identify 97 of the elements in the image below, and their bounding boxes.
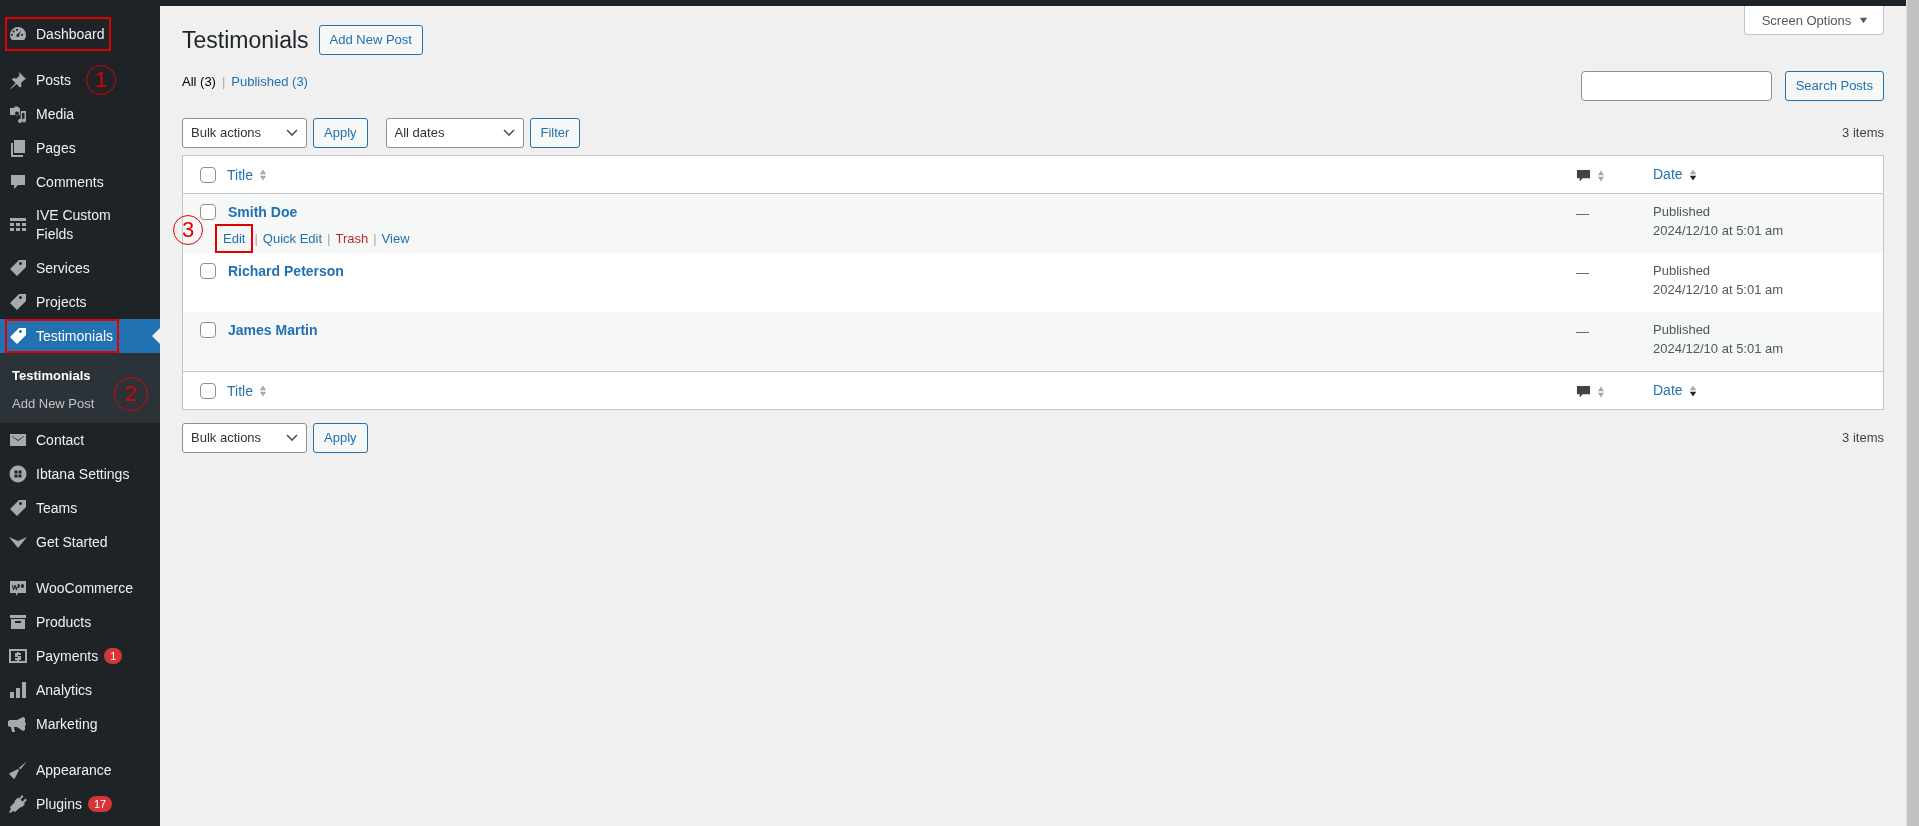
sidebar-item[interactable]: Posts 1 [0, 63, 160, 97]
checkbox[interactable] [200, 322, 216, 338]
caret-icon [1859, 15, 1869, 25]
plug-icon [8, 794, 28, 814]
separator: | [221, 74, 226, 89]
megaphone-icon [8, 714, 28, 734]
speech-bubble-icon [1576, 384, 1591, 399]
post-title-link[interactable]: James Martin [227, 320, 318, 340]
edit-link[interactable]: Edit [215, 224, 254, 253]
column-header[interactable]: Date [1653, 165, 1697, 184]
sidebar-item[interactable]: Analytics [0, 673, 160, 707]
date-filter-dropdown[interactable]: All dates [385, 117, 524, 148]
trash-link[interactable]: Trash [331, 224, 373, 253]
sort-icon [258, 167, 267, 182]
bulk-actions-dropdown[interactable]: Bulk actions [182, 117, 307, 148]
filter-button[interactable]: Filter [529, 117, 581, 148]
post-title-link[interactable]: Richard Peterson [227, 261, 344, 281]
sidebar-item[interactable]: Contact [0, 423, 160, 457]
sidebar-item[interactable]: Ibtana Settings [0, 457, 160, 491]
sidebar-item[interactable]: Services [0, 251, 160, 285]
sort-icon [1597, 168, 1605, 183]
camera-music-icon [8, 104, 28, 124]
sidebar-item[interactable]: Marketing [0, 707, 160, 741]
search-posts-button[interactable]: Search Posts [1784, 71, 1884, 101]
bulk-actions-dropdown[interactable]: Bulk actions [182, 422, 307, 453]
checkbox[interactable] [200, 166, 216, 183]
tag-icon [8, 258, 28, 278]
add-new-post-button[interactable]: Add New Post [318, 25, 423, 55]
submenu-item[interactable]: Add New Post [0, 389, 101, 417]
count-badge: 17 [87, 796, 113, 812]
pages-icon [8, 138, 28, 158]
submenu-item[interactable]: Testimonials [0, 361, 97, 389]
apply-button[interactable]: Apply [313, 117, 368, 148]
view-filter-link[interactable]: Published (3) [231, 74, 308, 89]
column-header[interactable]: Date [1653, 381, 1697, 400]
separator: | [327, 231, 331, 246]
sidebar-item[interactable]: IVE Custom Fields [0, 199, 160, 251]
sort-icon [258, 383, 267, 398]
action-link[interactable]: Quick Edit [258, 224, 327, 253]
sidebar-item[interactable]: Payments 1 [0, 639, 160, 673]
sort-icon [1688, 383, 1697, 398]
sidebar-item[interactable]: Get Started [0, 525, 160, 559]
sidebar-item[interactable]: Media [0, 97, 160, 131]
action-link[interactable]: View [377, 224, 414, 253]
comment-count: — [1576, 206, 1589, 221]
item-count: 3 items [1842, 125, 1884, 140]
store-bubble-icon [8, 578, 28, 598]
sort-icon [1688, 167, 1697, 182]
post-status: Published [1653, 203, 1711, 221]
separator: | [254, 231, 258, 246]
speech-bubble-icon [8, 172, 28, 192]
count-badge: 1 [104, 648, 123, 664]
column-header[interactable]: Title [227, 166, 267, 183]
checkbox[interactable] [200, 382, 216, 399]
bar-chart-icon [8, 680, 28, 700]
speech-bubble-icon [1576, 168, 1591, 183]
sort-icon [1597, 384, 1605, 399]
sidebar-item[interactable]: Projects [0, 285, 160, 319]
sidebar-item[interactable]: Products [0, 605, 160, 639]
comment-count: — [1576, 324, 1589, 339]
item-count: 3 items [1842, 430, 1884, 445]
post-status: Published [1653, 262, 1711, 280]
search-field[interactable] [1580, 71, 1772, 101]
current-indicator [152, 328, 160, 344]
chevron-down-icon [286, 128, 298, 137]
sidebar-item[interactable]: Testimonials [0, 319, 160, 353]
chevron-down-icon [502, 128, 515, 137]
post-status: Published [1653, 321, 1711, 339]
page-title: Testimonials [182, 25, 309, 55]
separator: | [373, 231, 377, 246]
post-date: 2024/12/10 at 5:01 am [1653, 222, 1784, 240]
paintbrush-icon [8, 760, 28, 780]
archive-box-icon [8, 612, 28, 632]
post-date: 2024/12/10 at 5:01 am [1653, 281, 1784, 299]
tag-icon [8, 326, 28, 346]
post-date: 2024/12/10 at 5:01 am [1653, 340, 1784, 358]
column-header[interactable] [1576, 384, 1605, 399]
sidebar-item[interactable]: Plugins 17 [0, 787, 160, 821]
scrollbar[interactable] [1906, 0, 1919, 826]
checkbox[interactable] [200, 263, 216, 279]
sidebar-item[interactable]: Teams [0, 491, 160, 525]
post-title-link[interactable]: Smith Doe [227, 202, 298, 222]
checkbox[interactable] [200, 204, 216, 220]
sidebar-item[interactable]: Comments [0, 165, 160, 199]
comment-count: — [1576, 265, 1589, 280]
apply-button[interactable]: Apply [313, 422, 368, 453]
sidebar-item[interactable]: Appearance [0, 753, 160, 787]
sidebar-item[interactable]: WooCommerce [0, 571, 160, 605]
view-filter-link[interactable]: All (3) [182, 74, 216, 89]
column-header[interactable]: Title [227, 382, 267, 399]
chevron-down-icon [286, 433, 298, 442]
tag-icon [8, 498, 28, 518]
sidebar-item[interactable]: Pages [0, 131, 160, 165]
tag-icon [8, 292, 28, 312]
column-header[interactable] [1576, 168, 1605, 183]
screen-options-button[interactable]: Screen Options [1744, 6, 1884, 35]
pin-icon [8, 70, 28, 90]
